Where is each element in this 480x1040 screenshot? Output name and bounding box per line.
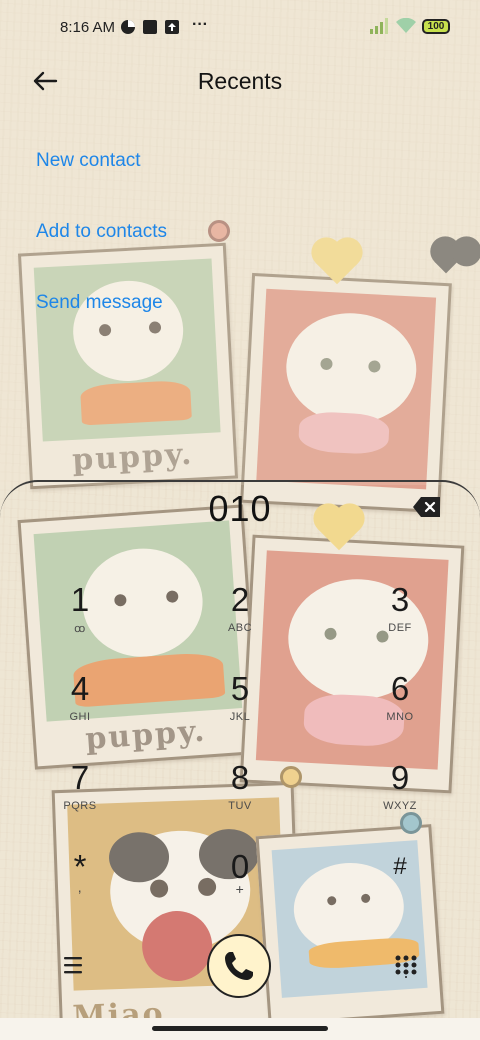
key-7[interactable]: 7 PQRS xyxy=(35,758,125,830)
send-message-link[interactable]: Send message xyxy=(36,292,163,314)
battery-level: 100 xyxy=(427,20,445,32)
status-bar: 8:16 AM ··· 100 xyxy=(0,0,480,56)
key-digit: 5 xyxy=(230,670,250,707)
key-letters: GHI xyxy=(69,711,91,723)
add-to-contacts-link[interactable]: Add to contacts xyxy=(36,221,167,243)
page-title: Recents xyxy=(197,68,283,94)
key-letters: MNO xyxy=(386,711,414,723)
key-1[interactable]: 1 ꝏ xyxy=(35,580,125,652)
key-star[interactable]: * , xyxy=(35,847,125,919)
key-0[interactable]: 0 + xyxy=(195,847,285,919)
dialpad-icon[interactable] xyxy=(394,954,418,978)
key-digit: 3 xyxy=(390,581,410,618)
key-letters: + xyxy=(235,881,245,897)
key-letters: ABC xyxy=(227,622,253,634)
key-digit: 8 xyxy=(230,759,250,796)
key-letters: WXYZ xyxy=(383,800,417,812)
key-digit: 4 xyxy=(70,670,90,707)
key-digit: 2 xyxy=(230,581,250,618)
key-3[interactable]: 3 DEF xyxy=(355,580,445,652)
notification-square-icon xyxy=(143,20,157,34)
key-letters: DEF xyxy=(388,622,412,634)
key-letters: , xyxy=(77,879,83,895)
key-9[interactable]: 9 WXYZ xyxy=(355,758,445,830)
battery-icon: 100 xyxy=(422,18,450,34)
key-letters: PQRS xyxy=(63,800,97,812)
voicemail-icon: ꝏ xyxy=(74,623,86,635)
key-hash[interactable]: # xyxy=(355,847,445,919)
data-saver-icon xyxy=(121,20,135,34)
wifi-icon xyxy=(396,18,416,33)
backspace-icon[interactable] xyxy=(412,496,442,518)
key-8[interactable]: 8 TUV xyxy=(195,758,285,830)
key-2[interactable]: 2 ABC xyxy=(195,580,285,652)
new-contact-link[interactable]: New contact xyxy=(36,150,141,172)
key-digit: 7 xyxy=(70,759,90,796)
more-notifications-icon: ··· xyxy=(192,16,208,33)
key-digit: 6 xyxy=(390,670,410,707)
key-digit: # xyxy=(393,853,407,880)
key-4[interactable]: 4 GHI xyxy=(35,669,125,741)
menu-icon[interactable] xyxy=(62,954,86,976)
key-digit: 9 xyxy=(390,759,410,796)
home-indicator[interactable] xyxy=(152,1026,328,1031)
key-5[interactable]: 5 JKL xyxy=(195,669,285,741)
status-time: 8:16 AM xyxy=(60,19,116,36)
call-button[interactable] xyxy=(207,934,271,998)
dialed-number[interactable]: 010 xyxy=(0,488,480,530)
key-letters: JKL xyxy=(229,711,251,723)
key-digit: 1 xyxy=(70,581,90,618)
upload-icon xyxy=(165,20,179,34)
phone-icon xyxy=(225,952,253,980)
signal-icon xyxy=(370,18,388,34)
key-letters: TUV xyxy=(228,800,252,812)
key-6[interactable]: 6 MNO xyxy=(355,669,445,741)
